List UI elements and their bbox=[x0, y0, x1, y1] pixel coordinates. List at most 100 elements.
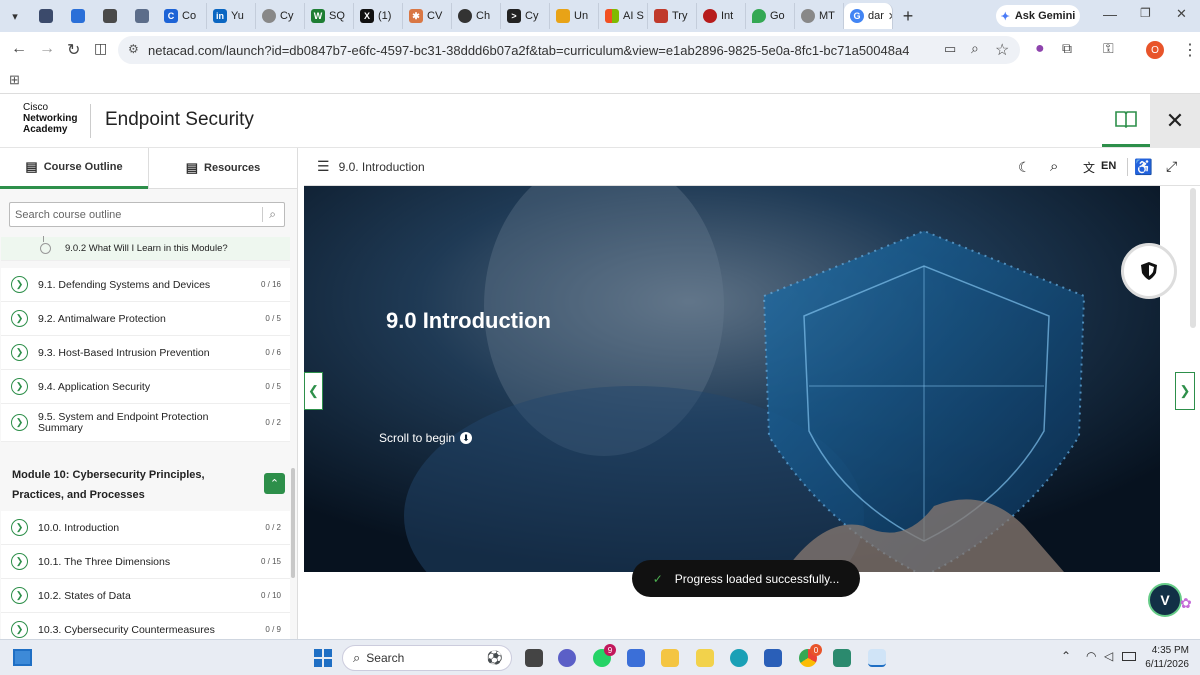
taskbar-search[interactable]: ⌕ Search ⚽ bbox=[342, 645, 512, 671]
brain-icon[interactable]: ✿ bbox=[1180, 595, 1192, 612]
sidebar-scrollbar[interactable] bbox=[291, 468, 295, 578]
forward-arrow-icon[interactable]: → bbox=[39, 40, 55, 58]
chevron-right-icon[interactable]: ❯ bbox=[11, 310, 28, 327]
widgets-icon[interactable] bbox=[13, 649, 32, 666]
browser-tab[interactable]: C Co bbox=[158, 3, 207, 29]
list-item[interactable]: ❯ 10.2. States of Data 0 / 10 bbox=[1, 579, 290, 613]
zoom-icon[interactable]: ⌕ bbox=[971, 40, 979, 57]
previous-page-button[interactable]: ❮ bbox=[304, 372, 323, 410]
tab-resources[interactable]: ▤ Resources bbox=[148, 148, 297, 189]
list-item[interactable]: ❯ 9.5. System and Endpoint Protection Sum… bbox=[1, 404, 290, 442]
wifi-icon[interactable]: ◠ bbox=[1086, 649, 1096, 663]
browser-tab[interactable]: ✱ CV bbox=[403, 3, 452, 29]
tab-course-outline[interactable]: ▤ Course Outline bbox=[0, 148, 148, 189]
store-icon[interactable] bbox=[764, 649, 782, 667]
close-course-button[interactable]: ✕ bbox=[1150, 94, 1200, 148]
security-badge-button[interactable] bbox=[1121, 243, 1177, 299]
clock[interactable]: 4:35 PM 6/11/2026 bbox=[1145, 644, 1189, 672]
apps-grid-icon[interactable]: ⊞ bbox=[9, 72, 20, 88]
tab-favicon bbox=[262, 9, 276, 23]
cast-icon[interactable]: ▭ bbox=[944, 41, 956, 57]
pinned-tab-4[interactable] bbox=[126, 3, 158, 29]
volume-icon[interactable]: ◁ bbox=[1104, 649, 1113, 663]
edge-icon[interactable] bbox=[730, 649, 748, 667]
list-item-sub[interactable]: 9.0.2 What Will I Learn in this Module? bbox=[1, 237, 290, 261]
search-input[interactable]: Search course outline ⌕ bbox=[9, 202, 285, 227]
chevron-right-icon[interactable]: ❯ bbox=[11, 378, 28, 395]
list-item[interactable]: ❯ 9.3. Host-Based Intrusion Prevention 0 /… bbox=[1, 336, 290, 370]
sticky-notes-icon[interactable] bbox=[696, 649, 714, 667]
browser-tab[interactable]: W SQ bbox=[305, 3, 354, 29]
search-icon[interactable]: ⌕ bbox=[1050, 158, 1058, 175]
browser-tab[interactable]: Int bbox=[697, 3, 746, 29]
browser-tab[interactable]: Cy bbox=[256, 3, 305, 29]
restore-window-button[interactable]: ❐ bbox=[1140, 6, 1151, 20]
site-settings-icon[interactable]: ⚙ bbox=[128, 42, 139, 56]
language-selector[interactable]: EN bbox=[1101, 160, 1116, 172]
task-view-icon[interactable] bbox=[525, 649, 543, 667]
browser-tab[interactable]: > Cy bbox=[501, 3, 550, 29]
chevron-right-icon[interactable]: ❯ bbox=[11, 414, 28, 431]
pinned-tab-2[interactable] bbox=[62, 3, 94, 29]
close-window-button[interactable]: ✕ bbox=[1176, 6, 1187, 22]
snipping-tool-icon[interactable] bbox=[868, 649, 886, 667]
browser-tab[interactable]: in Yu bbox=[207, 3, 256, 29]
browser-menu-icon[interactable]: ⋮ bbox=[1182, 40, 1198, 60]
ask-gemini-button[interactable]: ✦ Ask Gemini bbox=[996, 5, 1080, 27]
accessibility-icon[interactable]: ♿ bbox=[1134, 158, 1153, 176]
chevron-right-icon[interactable]: ❯ bbox=[11, 344, 28, 361]
assistant-avatar[interactable]: V bbox=[1148, 583, 1182, 617]
browser-tab[interactable]: AI S bbox=[599, 3, 648, 29]
battery-icon[interactable] bbox=[1122, 652, 1136, 661]
chevron-right-icon[interactable]: ❯ bbox=[11, 553, 28, 570]
list-item[interactable]: ❯ 9.2. Antimalware Protection 0 / 5 bbox=[1, 302, 290, 336]
file-explorer-icon[interactable] bbox=[661, 649, 679, 667]
notepad-icon[interactable] bbox=[627, 649, 645, 667]
chevron-up-icon[interactable]: ⌃ bbox=[1061, 649, 1071, 663]
pinned-tab-3[interactable] bbox=[94, 3, 126, 29]
split-view-icon[interactable]: ◫ bbox=[94, 40, 107, 57]
book-icon[interactable] bbox=[1102, 94, 1150, 147]
menu-collapse-icon[interactable]: ☰ bbox=[317, 158, 330, 175]
next-page-button[interactable]: ❯ bbox=[1175, 372, 1195, 410]
collapse-module-button[interactable]: ⌃ bbox=[264, 473, 285, 494]
reload-icon[interactable]: ↻ bbox=[67, 40, 80, 60]
translate-icon[interactable]: ⽂ bbox=[1083, 159, 1095, 176]
extensions-puzzle-icon[interactable]: ⧉ bbox=[1062, 40, 1072, 57]
browser-tab[interactable]: Un bbox=[550, 3, 599, 29]
list-item[interactable]: ❯ 10.0. Introduction 0 / 2 bbox=[1, 511, 290, 545]
bookmark-star-icon[interactable]: ☆ bbox=[995, 40, 1009, 60]
browser-tab[interactable]: Try bbox=[648, 3, 697, 29]
back-arrow-icon[interactable]: ← bbox=[11, 40, 27, 58]
browser-tab[interactable]: MT bbox=[795, 3, 844, 29]
dark-mode-icon[interactable]: ☾ bbox=[1018, 159, 1031, 176]
cisco-logo[interactable]: Cisco Networking Academy bbox=[23, 102, 77, 135]
minimize-window-button[interactable]: — bbox=[1103, 6, 1117, 22]
pinned-tab-1[interactable] bbox=[30, 3, 62, 29]
browser-tab-active[interactable]: Gdar✕ bbox=[844, 3, 893, 29]
new-tab-button[interactable]: + bbox=[893, 6, 923, 27]
browser-tab[interactable]: Go bbox=[746, 3, 795, 29]
app-icon[interactable] bbox=[833, 649, 851, 667]
browser-tab[interactable]: X (1) bbox=[354, 3, 403, 29]
chat-app-icon[interactable] bbox=[558, 649, 576, 667]
chevron-right-icon[interactable]: ❯ bbox=[11, 276, 28, 293]
list-item[interactable]: ❯ 10.1. The Three Dimensions 0 / 15 bbox=[1, 545, 290, 579]
list-item[interactable]: ❯ 10.3. Cybersecurity Countermeasures 0 / … bbox=[1, 613, 290, 639]
content-scrollbar[interactable] bbox=[1190, 188, 1196, 328]
password-key-icon[interactable]: ⚿ bbox=[1103, 40, 1114, 57]
browser-tab[interactable]: Ch bbox=[452, 3, 501, 29]
scroll-to-begin[interactable]: Scroll to begin ⬇ bbox=[379, 431, 473, 445]
chevron-right-icon[interactable]: ❯ bbox=[11, 587, 28, 604]
fullscreen-icon[interactable]: ⤢ bbox=[1166, 158, 1177, 175]
list-item[interactable]: ❯ 9.4. Application Security 0 / 5 bbox=[1, 370, 290, 404]
chevron-right-icon[interactable]: ❯ bbox=[11, 621, 28, 638]
address-bar[interactable]: ⚙ netacad.com/launch?id=db0847b7-e6fc-45… bbox=[118, 36, 1020, 64]
chevron-right-icon[interactable]: ❯ bbox=[11, 519, 28, 536]
tab-list-menu-button[interactable]: ▾ bbox=[0, 3, 30, 29]
list-item[interactable]: ❯ 9.1. Defending Systems and Devices 0 / 1… bbox=[1, 268, 290, 302]
windows-start-icon[interactable] bbox=[314, 649, 332, 667]
search-icon[interactable]: ⌕ bbox=[262, 207, 276, 222]
extension-icon[interactable]: ● bbox=[1035, 40, 1045, 58]
profile-avatar[interactable]: O bbox=[1146, 41, 1164, 59]
